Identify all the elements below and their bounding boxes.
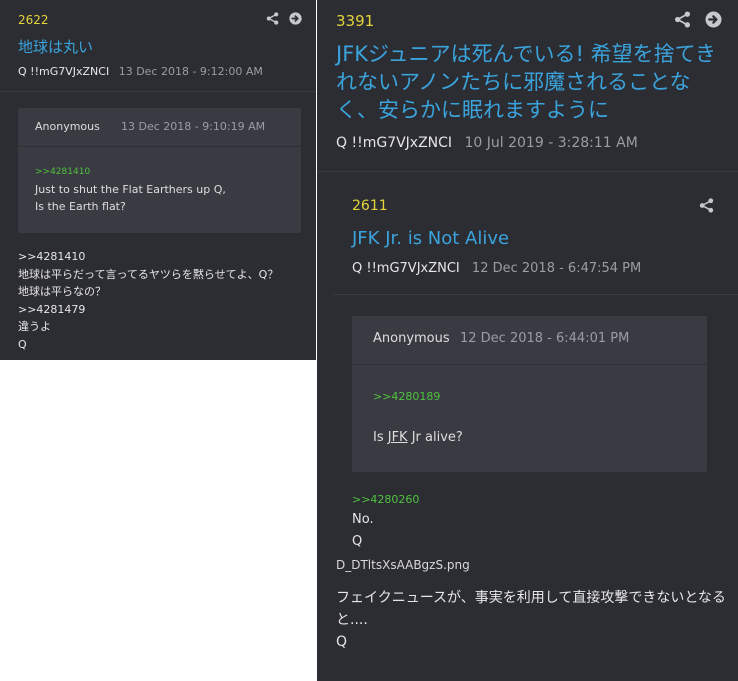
quote-text-before: Is <box>373 430 388 445</box>
answer-line: Q <box>352 534 363 549</box>
quote-text-after: Jr alive? <box>407 430 463 445</box>
attachment-file-name[interactable]: D_DTltsXsAABgzS.png <box>336 558 470 572</box>
post-actions <box>674 11 722 28</box>
post-author: Q <box>352 261 363 276</box>
post-actions <box>266 12 302 25</box>
share-icon[interactable] <box>699 198 714 213</box>
post-date: 13 Dec 2018 - 9:12:00 AM <box>118 65 263 78</box>
reply-link[interactable]: >>4280189 <box>373 390 440 403</box>
answer-line: No. <box>352 512 374 527</box>
quote-text: Is JFK Jr alive? <box>373 430 463 445</box>
quote-date: 12 Dec 2018 - 6:44:01 PM <box>460 331 630 346</box>
quote-divider <box>18 146 301 147</box>
quote-date: 13 Dec 2018 - 9:10:19 AM <box>121 120 266 133</box>
post-body: フェイクニュースが、事実を利用して直接攻撃できないとなると.... Q <box>336 587 731 653</box>
post-tripcode: !!mG7VJxZNCI <box>366 261 460 276</box>
post-tripcode: !!mG7VJxZNCI <box>351 135 453 151</box>
quote-author: Anonymous <box>373 331 450 346</box>
post-meta: Q !!mG7VJxZNCI 13 Dec 2018 - 9:12:00 AM <box>18 65 263 78</box>
post-author: Q <box>18 65 27 78</box>
body-line: Q <box>18 337 27 351</box>
body-line: Q <box>336 634 348 650</box>
arrow-right-circle-icon[interactable] <box>289 12 302 25</box>
share-icon[interactable] <box>266 12 279 25</box>
body-line: >>4281410 <box>18 250 86 263</box>
body-line: >>4281479 <box>18 302 86 316</box>
share-icon[interactable] <box>674 11 691 28</box>
post-number[interactable]: 3391 <box>336 12 374 30</box>
post-date: 12 Dec 2018 - 6:47:54 PM <box>471 261 642 276</box>
body-line: 地球は平らなの？ <box>18 285 106 298</box>
post-title[interactable]: 地球は丸い <box>18 36 93 57</box>
divider <box>334 294 738 295</box>
post-body: >>4281410 地球は平らだって言ってるヤツらを黙らせてよ、Q？ 地球は平ら… <box>18 248 278 353</box>
reply-link[interactable]: >>4280260 <box>352 493 419 506</box>
post-meta: Q !!mG7VJxZNCI 10 Jul 2019 - 3:28:11 AM <box>336 135 638 151</box>
post-title[interactable]: JFK Jr. is Not Alive <box>352 228 509 249</box>
right-post: 3391 JFKジュニアは死んでいる! 希望を捨てきれないアノンたちに邪魔される… <box>317 0 738 681</box>
post-tripcode: !!mG7VJxZNCI <box>30 65 110 78</box>
post-author: Q <box>336 135 348 151</box>
post-meta: Q !!mG7VJxZNCI 12 Dec 2018 - 6:47:54 PM <box>352 261 641 276</box>
left-post: 2622 地球は丸い Q !!mG7VJxZNCI 13 Dec 2018 - … <box>0 0 316 360</box>
quote-divider <box>352 364 707 365</box>
quoted-post: Anonymous 13 Dec 2018 - 9:10:19 AM >>428… <box>18 108 301 233</box>
post-date: 10 Jul 2019 - 3:28:11 AM <box>464 135 638 151</box>
quoted-post: Anonymous 12 Dec 2018 - 6:44:01 PM >>428… <box>352 316 707 472</box>
quote-text-underlined: JFK <box>387 430 408 445</box>
arrow-right-circle-icon[interactable] <box>705 11 722 28</box>
post-number[interactable]: 2622 <box>18 13 49 27</box>
quote-text-line: Just to shut the Flat Earthers up Q, <box>35 183 226 196</box>
body-line: 違うよ <box>18 320 51 333</box>
divider <box>317 171 738 172</box>
body-line: 地球は平らだって言ってるヤツらを黙らせてよ、Q？ <box>18 267 279 281</box>
body-line: フェイクニュースが、事実を利用して直接攻撃できないとなると.... <box>336 590 726 628</box>
reply-link[interactable]: >>4281410 <box>35 167 90 177</box>
quote-author: Anonymous <box>35 120 100 133</box>
divider <box>0 91 316 92</box>
quote-text-line: Is the Earth flat? <box>35 200 126 213</box>
post-number[interactable]: 2611 <box>352 198 388 214</box>
post-title[interactable]: JFKジュニアは死んでいる! 希望を捨てきれないアノンたちに邪魔されることなく、… <box>336 40 731 124</box>
